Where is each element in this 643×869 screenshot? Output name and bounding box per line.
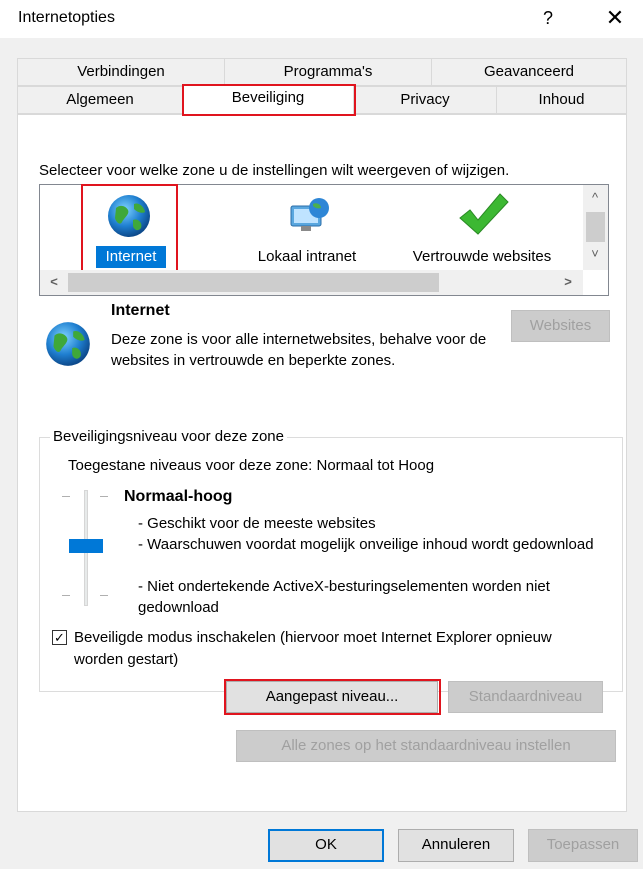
zone-vertical-scroll-thumb[interactable] <box>586 212 605 242</box>
security-slider-thumb[interactable] <box>69 539 103 553</box>
cancel-button[interactable]: Annuleren <box>398 829 514 862</box>
slider-tick <box>100 595 108 596</box>
zone-horizontal-scroll-thumb[interactable] <box>68 273 439 292</box>
checkmark-icon[interactable] <box>456 190 510 240</box>
scroll-down-icon[interactable]: ˅ <box>585 246 605 261</box>
intranet-icon[interactable] <box>283 192 333 240</box>
zone-label-trusted[interactable]: Vertrouwde websites <box>398 246 566 268</box>
zone-label-intranet[interactable]: Lokaal intranet <box>240 246 374 268</box>
window-title: Internetopties <box>18 9 115 26</box>
tab-geavanceerd[interactable]: Geavanceerd <box>431 58 627 86</box>
ok-button[interactable]: OK <box>268 829 384 862</box>
tab-inhoud[interactable]: Inhoud <box>496 86 627 114</box>
slider-tick <box>62 496 70 497</box>
custom-level-highlight-box <box>224 679 441 715</box>
slider-tick <box>62 595 70 596</box>
security-level-group-title: Beveiligingsniveau voor deze zone <box>50 428 287 445</box>
zone-highlight-box <box>81 184 178 272</box>
tab-highlight-box <box>182 84 356 116</box>
zone-instruction: Selecteer voor welke zone u de instellin… <box>39 162 510 179</box>
tab-privacy[interactable]: Privacy <box>353 86 497 114</box>
websites-button[interactable]: Websites <box>511 310 610 342</box>
zone-info-title: Internet <box>111 302 170 319</box>
security-bullet-3: - Niet ondertekende ActiveX-besturingsel… <box>138 578 550 616</box>
scroll-right-icon[interactable]: > <box>560 274 576 289</box>
protected-mode-label[interactable]: Beveiligde modus inschakelen (hiervoor m… <box>74 627 594 671</box>
help-button[interactable]: ? <box>534 4 562 32</box>
close-button[interactable]: ✕ <box>598 4 632 32</box>
allowed-levels-text: Toegestane niveaus voor deze zone: Norma… <box>68 457 435 474</box>
security-bullet-2: - Waarschuwen voordat mogelijk onveilige… <box>138 536 594 553</box>
slider-tick <box>100 496 108 497</box>
scroll-left-icon[interactable]: < <box>46 274 62 289</box>
tab-verbindingen[interactable]: Verbindingen <box>17 58 225 86</box>
apply-button[interactable]: Toepassen <box>528 829 638 862</box>
security-bullet-1: - Geschikt voor de meeste websites <box>138 515 376 532</box>
zone-info-description: Deze zone is voor alle internetwebsites,… <box>111 331 487 369</box>
protected-mode-checkbox[interactable]: ✓ <box>52 630 67 645</box>
scroll-up-icon[interactable]: ^ <box>585 190 605 205</box>
default-level-button[interactable]: Standaardniveau <box>448 681 603 713</box>
security-level-name: Normaal-hoog <box>124 488 233 505</box>
tab-algemeen[interactable]: Algemeen <box>17 86 183 114</box>
zone-info-globe-icon <box>42 318 94 370</box>
reset-all-zones-button[interactable]: Alle zones op het standaardniveau instel… <box>236 730 616 762</box>
tab-programmas[interactable]: Programma's <box>224 58 432 86</box>
